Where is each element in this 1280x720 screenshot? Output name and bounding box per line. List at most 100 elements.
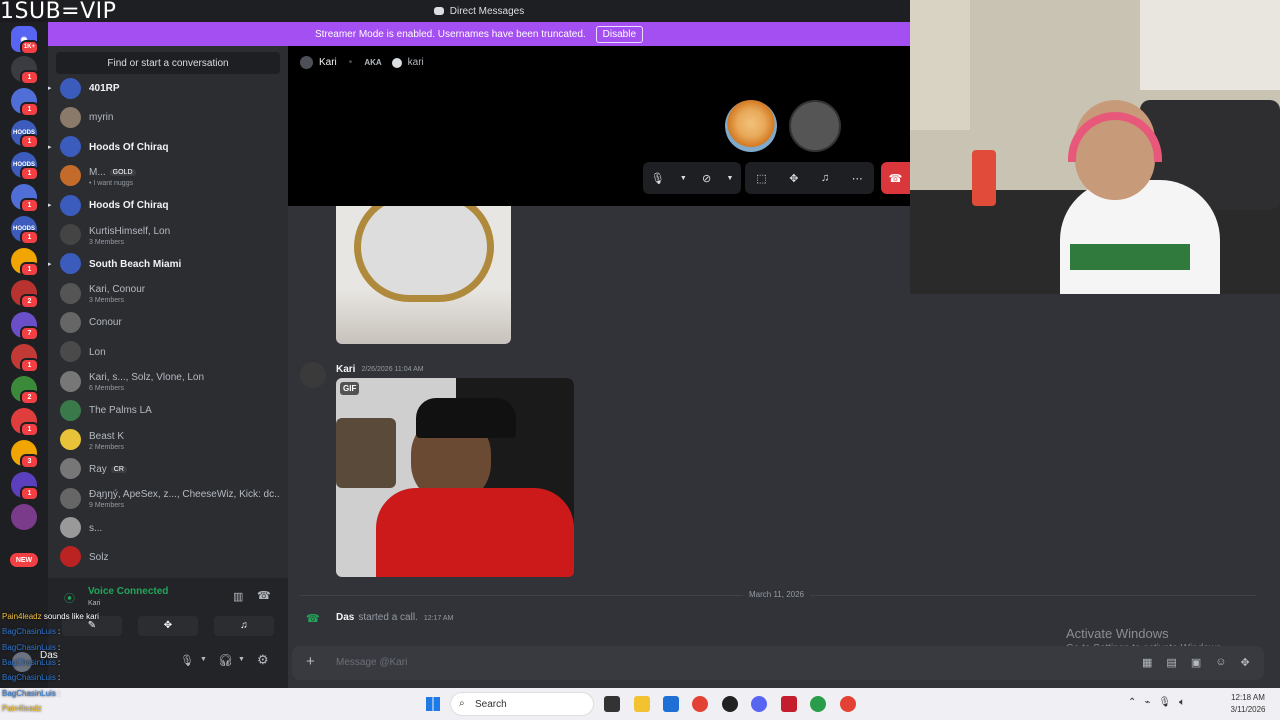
message-input[interactable]: Message @Kari <box>336 657 407 668</box>
apps-icon[interactable]: ✥ <box>1240 656 1249 669</box>
chrome-icon[interactable] <box>840 696 856 712</box>
server-icon[interactable]: 2 <box>11 280 39 309</box>
avatar <box>60 487 81 509</box>
gif-icon[interactable]: ▤ <box>1166 656 1176 669</box>
noise-suppression-icon[interactable]: ▥ <box>233 590 243 603</box>
chevron-down-icon[interactable]: ▼ <box>726 175 733 182</box>
avatar[interactable] <box>300 362 326 388</box>
server-icon[interactable]: 1 <box>11 248 39 277</box>
file-explorer-icon[interactable] <box>634 696 650 712</box>
gear-icon[interactable]: ⚙ <box>257 652 269 668</box>
mic-icon[interactable]: 🎙︎ <box>1158 697 1171 708</box>
server-icon[interactable]: 1 <box>11 56 39 85</box>
chevron-down-icon[interactable]: ▼ <box>680 175 687 182</box>
unread-badge: 1 <box>20 166 39 181</box>
mic-icon[interactable]: 🎙︎ <box>180 654 194 667</box>
dm-item[interactable]: ▸ Hoods Of Chiraq <box>48 133 288 161</box>
add-icon[interactable]: + <box>306 653 315 670</box>
dm-item[interactable]: Conour <box>48 308 288 336</box>
dm-name: Hoods Of Chiraq <box>89 200 169 212</box>
clock[interactable]: 12:18 AM 3/11/2026 <box>1228 693 1268 714</box>
search-box[interactable]: ⌕ Search <box>450 692 594 716</box>
dm-name: Beast K <box>89 430 125 442</box>
search-input[interactable]: Find or start a conversation <box>56 52 280 74</box>
new-server-button[interactable]: NEW <box>10 553 38 567</box>
dm-item[interactable]: M... GOLD • I want nuggs <box>48 162 288 190</box>
dm-item[interactable]: KurtisHimself, Lon 3 Members <box>48 221 288 249</box>
gift-icon[interactable]: ▦ <box>1142 656 1152 669</box>
clock-date: 3/11/2026 <box>1230 705 1266 714</box>
server-icon[interactable]: HOODS 1 <box>11 216 39 245</box>
app-icon[interactable] <box>722 696 738 712</box>
dm-item[interactable]: Lon <box>48 338 288 366</box>
headphones-icon[interactable]: 🎧︎ <box>218 653 233 667</box>
dm-item[interactable]: The Palms LA <box>48 396 288 424</box>
stream-chat-text: : <box>55 657 61 667</box>
server-icon[interactable] <box>11 504 37 530</box>
chrome-icon[interactable] <box>810 696 826 712</box>
server-icon[interactable]: 2 <box>11 376 39 405</box>
soundboard-button[interactable]: ♫ <box>214 616 274 636</box>
participant-avatar[interactable] <box>789 100 841 152</box>
dm-item[interactable]: ▸ South Beach Miami <box>48 250 288 278</box>
chevron-down-icon[interactable]: ▼ <box>238 656 245 663</box>
server-icon[interactable]: 7 <box>11 312 39 341</box>
server-icon[interactable]: 1 <box>11 184 39 213</box>
dm-item[interactable]: ▸ Hoods Of Chiraq <box>48 191 288 219</box>
stream-chat-line: Pain4leadz sounds like kari <box>2 612 99 621</box>
speaker-icon[interactable]: 🔈︎ <box>1179 697 1185 708</box>
store-icon[interactable] <box>663 696 679 712</box>
participant-avatar[interactable] <box>725 100 777 152</box>
dm-item[interactable]: Đąŋŋý, ApeSex, z..., CheeseWiz, Kick: dc… <box>48 484 288 512</box>
dm-item[interactable]: Beast K2 Members <box>48 426 288 454</box>
dm-item[interactable]: Solz <box>48 543 288 571</box>
acrobat-icon[interactable] <box>781 696 797 712</box>
call-user[interactable]: Das <box>336 612 354 623</box>
network-icon[interactable]: ⌁ <box>1144 697 1150 708</box>
chevron-down-icon[interactable]: ▼ <box>200 656 207 663</box>
server-icon[interactable]: 1 <box>11 344 39 373</box>
dm-item[interactable]: ▸ 401RP <box>48 74 288 102</box>
chrome-icon[interactable] <box>692 696 708 712</box>
unread-badge: 3 <box>20 454 39 469</box>
image-attachment[interactable] <box>336 206 511 344</box>
disable-button[interactable]: Disable <box>595 25 644 43</box>
discord-icon[interactable] <box>751 696 767 712</box>
chevron-up-icon[interactable]: ⌃ <box>1128 697 1136 708</box>
dm-item[interactable]: myrin <box>48 103 288 131</box>
hangup-button[interactable]: ☎ <box>881 162 910 194</box>
unread-badge: 1 <box>20 422 39 437</box>
message-author[interactable]: Kari <box>336 364 355 375</box>
search-icon: ⌕ <box>459 698 465 709</box>
server-icon[interactable]: 1 <box>11 88 39 117</box>
chevron-right-icon: ▸ <box>48 85 52 92</box>
server-icon[interactable]: 1 <box>11 472 39 501</box>
dm-item[interactable]: Kari, s..., Solz, Vlone, Lon 6 Members <box>48 367 288 395</box>
server-icon[interactable]: 3 <box>11 440 39 469</box>
server-icon[interactable]: 1 <box>11 408 39 437</box>
chevron-right-icon: ▸ <box>48 202 52 210</box>
screen-share-icon[interactable]: ⬚ <box>756 172 766 185</box>
server-icon[interactable]: HOODS 1 <box>11 120 39 149</box>
disconnect-icon[interactable]: ☎ <box>257 589 271 602</box>
stream-chat-user: BagChasinLuis <box>2 688 56 698</box>
task-view-icon[interactable] <box>604 696 620 712</box>
mic-icon[interactable]: 🎙︎ <box>651 172 665 185</box>
voice-channel: Kari <box>88 600 101 607</box>
server-icon[interactable]: HOODS 1 <box>11 152 39 181</box>
dm-item[interactable]: Ray CR <box>48 455 288 483</box>
camera-off-icon[interactable]: ⊘ <box>702 172 711 185</box>
emoji-icon[interactable]: ☺ <box>1215 656 1226 669</box>
dm-item[interactable]: s... <box>48 514 288 542</box>
activity-button[interactable]: ✥ <box>138 616 198 636</box>
unread-badge: 2 <box>20 390 39 405</box>
activity-icon[interactable]: ✥ <box>789 172 798 185</box>
dm-item[interactable]: Kari, Conour 3 Members <box>48 279 288 307</box>
dm-name: Conour <box>89 317 122 329</box>
sticker-icon[interactable]: ▣ <box>1191 656 1201 669</box>
windows-start-icon[interactable] <box>426 697 440 711</box>
home-button[interactable]: ◉ 1K+ <box>11 26 39 55</box>
soundboard-icon[interactable]: ♫ <box>821 172 829 184</box>
gif-attachment[interactable]: GIF <box>336 378 574 577</box>
more-icon[interactable]: ⋯ <box>852 172 863 185</box>
